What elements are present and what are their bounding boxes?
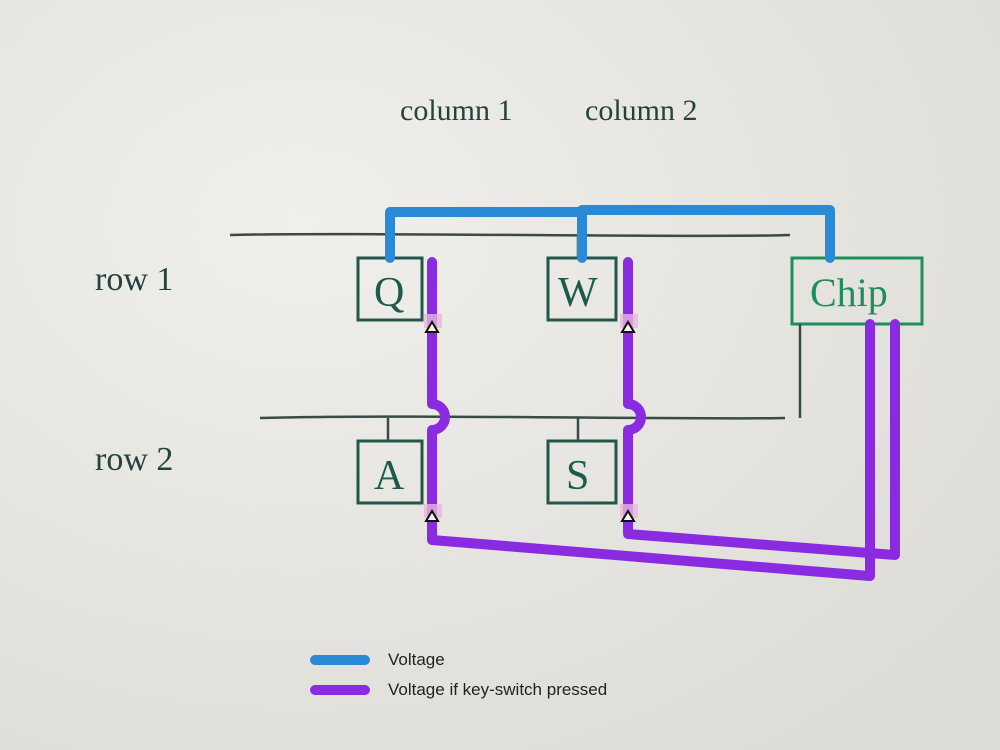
legend-row-voltage-pressed: Voltage if key-switch pressed [310,680,607,700]
legend-label-voltage-pressed: Voltage if key-switch pressed [388,680,607,700]
svg-text:W: W [558,270,598,316]
label-column-2: column 2 [585,94,698,127]
svg-text:S: S [566,453,589,499]
svg-text:Q: Q [374,270,404,316]
diagram-svg: column 1 column 2 row 1 row 2 Q W A S [0,0,1000,750]
svg-text:Chip: Chip [810,270,888,315]
legend-label-voltage: Voltage [388,650,445,670]
label-row-1: row 1 [95,261,173,298]
svg-text:A: A [374,453,405,499]
legend-swatch-voltage [310,655,370,665]
label-row-2: row 2 [95,441,173,478]
legend-swatch-voltage-pressed [310,685,370,695]
legend: Voltage Voltage if key-switch pressed [310,650,607,710]
legend-row-voltage: Voltage [310,650,607,670]
label-column-1: column 1 [400,94,513,127]
diagram-stage: "Drive rows"-Option column 1 column 2 ro… [0,0,1000,750]
